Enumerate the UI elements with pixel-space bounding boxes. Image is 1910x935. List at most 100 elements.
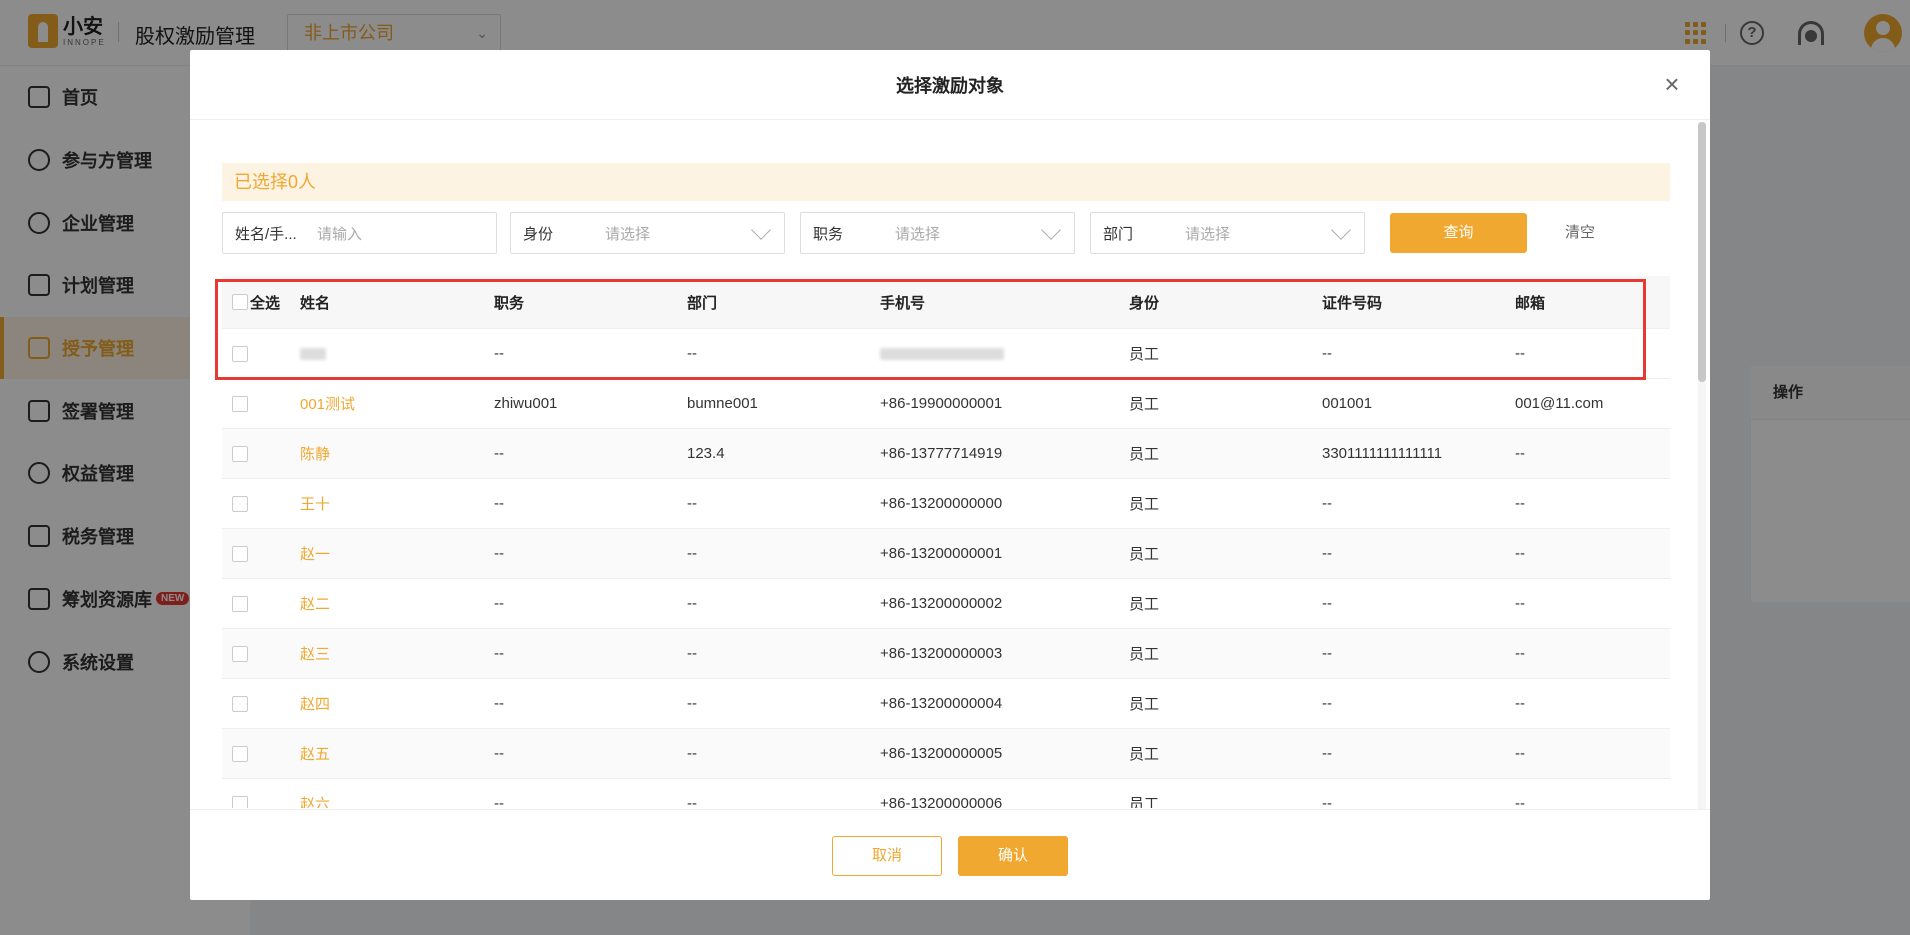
table-row[interactable]: -- -- 员工 -- --: [222, 329, 1670, 379]
header-department: 部门: [687, 294, 718, 312]
department-select-placeholder: 请选择: [1185, 225, 1231, 243]
cell-position: --: [494, 595, 504, 612]
cell-email: --: [1515, 545, 1525, 562]
cell-position: --: [494, 695, 504, 712]
cell-position: --: [494, 795, 504, 808]
cell-email: 001@11.com: [1515, 395, 1604, 412]
table-row[interactable]: 赵五 -- -- +86-13200000005 员工 -- --: [222, 729, 1670, 779]
cell-name[interactable]: 赵五: [300, 729, 330, 778]
filter-label: 身份: [523, 225, 554, 243]
table-row[interactable]: 001测试 zhiwu001 bumne001 +86-19900000001 …: [222, 379, 1670, 429]
row-checkbox[interactable]: [232, 695, 248, 712]
cell-name[interactable]: 王十: [300, 479, 330, 528]
position-select[interactable]: 职务 请选择: [800, 212, 1075, 254]
recipients-table: 全选 姓名 职务 部门 手机号 身份 证件号码 邮箱 -- -- 员工 -- -…: [222, 276, 1670, 808]
table-row[interactable]: 赵三 -- -- +86-13200000003 员工 -- --: [222, 629, 1670, 679]
cell-email: --: [1515, 495, 1525, 512]
dialog-scrollbar[interactable]: [1698, 122, 1706, 810]
table-row[interactable]: 赵六 -- -- +86-13200000006 员工 -- --: [222, 779, 1670, 808]
cell-id-number: --: [1322, 695, 1332, 712]
row-checkbox[interactable]: [232, 395, 248, 412]
row-checkbox[interactable]: [232, 795, 248, 808]
row-checkbox[interactable]: [232, 445, 248, 462]
select-all-checkbox[interactable]: [232, 294, 248, 310]
cell-name[interactable]: 赵六: [300, 779, 330, 808]
department-select[interactable]: 部门 请选择: [1090, 212, 1365, 254]
cell-department: --: [687, 545, 697, 562]
identity-select-placeholder: 请选择: [605, 225, 651, 243]
cell-position: --: [494, 545, 504, 562]
cell-identity: 员工: [1129, 496, 1160, 513]
row-checkbox[interactable]: [232, 545, 248, 562]
row-checkbox[interactable]: [232, 345, 248, 362]
cell-name[interactable]: 赵四: [300, 679, 330, 728]
cell-identity: 员工: [1129, 696, 1160, 713]
cancel-button[interactable]: 取消: [832, 836, 942, 876]
select-recipients-dialog: 选择激励对象 × 已选择0人 姓名/手... 请输入 身份 请选择 职务 请选择…: [190, 50, 1710, 900]
cell-id-number: 3301111111111111: [1322, 445, 1443, 462]
cell-email: --: [1515, 695, 1525, 712]
redacted-name: [300, 347, 326, 360]
clear-button[interactable]: 清空: [1540, 213, 1620, 253]
header-phone: 手机号: [880, 294, 926, 312]
search-input[interactable]: 请输入: [317, 223, 496, 244]
cell-id-number: --: [1322, 745, 1332, 762]
row-checkbox[interactable]: [232, 745, 248, 762]
table-row[interactable]: 赵四 -- -- +86-13200000004 员工 -- --: [222, 679, 1670, 729]
cell-position: --: [494, 495, 504, 512]
table-row[interactable]: 王十 -- -- +86-13200000000 员工 -- --: [222, 479, 1670, 529]
header-email: 邮箱: [1515, 294, 1546, 312]
cell-department: --: [687, 745, 697, 762]
row-checkbox[interactable]: [232, 495, 248, 512]
cell-identity: 员工: [1129, 396, 1160, 413]
cell-id-number: --: [1322, 595, 1332, 612]
cell-id-number: --: [1322, 645, 1332, 662]
filter-label: 职务: [813, 225, 844, 243]
cell-department: --: [687, 595, 697, 612]
chevron-down-icon: [751, 220, 771, 240]
cell-id-number: --: [1322, 795, 1332, 808]
cell-phone: +86-13200000003: [880, 645, 1003, 662]
name-phone-filter[interactable]: 姓名/手... 请输入: [222, 212, 497, 254]
table-row[interactable]: 赵一 -- -- +86-13200000001 员工 -- --: [222, 529, 1670, 579]
chevron-down-icon: [1041, 220, 1061, 240]
table-header: 全选 姓名 职务 部门 手机号 身份 证件号码 邮箱: [222, 276, 1670, 329]
cell-position: --: [494, 745, 504, 762]
header-name: 姓名: [300, 294, 331, 312]
cell-id-number: 001001: [1322, 395, 1373, 412]
cell-position: zhiwu001: [494, 395, 558, 412]
confirm-button[interactable]: 确认: [958, 836, 1068, 876]
identity-select[interactable]: 身份 请选择: [510, 212, 785, 254]
scroll-thumb[interactable]: [1698, 122, 1706, 382]
cell-position: --: [494, 445, 504, 462]
cell-department: bumne001: [687, 395, 758, 412]
cell-phone: +86-13200000004: [880, 695, 1003, 712]
cell-department: --: [687, 695, 697, 712]
cell-name[interactable]: 001测试: [300, 379, 355, 428]
cell-phone: +86-13200000002: [880, 595, 1003, 612]
cell-department: --: [687, 795, 697, 808]
table-row[interactable]: 赵二 -- -- +86-13200000002 员工 -- --: [222, 579, 1670, 629]
cell-email: --: [1515, 345, 1525, 362]
cell-email: --: [1515, 795, 1525, 808]
cell-identity: 员工: [1129, 796, 1160, 808]
row-checkbox[interactable]: [232, 595, 248, 612]
cell-name[interactable]: 赵三: [300, 629, 330, 678]
row-checkbox[interactable]: [232, 645, 248, 662]
cell-identity: 员工: [1129, 746, 1160, 763]
cell-identity: 员工: [1129, 596, 1160, 613]
header-position: 职务: [494, 294, 525, 312]
cell-identity: 员工: [1129, 446, 1160, 463]
cell-name[interactable]: 陈静: [300, 429, 330, 478]
query-button[interactable]: 查询: [1390, 213, 1527, 253]
cell-phone: +86-13777714919: [880, 445, 1003, 462]
cell-name[interactable]: 赵二: [300, 579, 330, 628]
table-row[interactable]: 陈静 -- 123.4 +86-13777714919 员工 330111111…: [222, 429, 1670, 479]
cell-id-number: --: [1322, 545, 1332, 562]
cell-name[interactable]: 赵一: [300, 529, 330, 578]
close-icon[interactable]: ×: [1658, 70, 1686, 98]
cell-position: --: [494, 645, 504, 662]
position-select-placeholder: 请选择: [895, 225, 941, 243]
cell-phone: +86-13200000006: [880, 795, 1003, 808]
cell-email: --: [1515, 445, 1525, 462]
